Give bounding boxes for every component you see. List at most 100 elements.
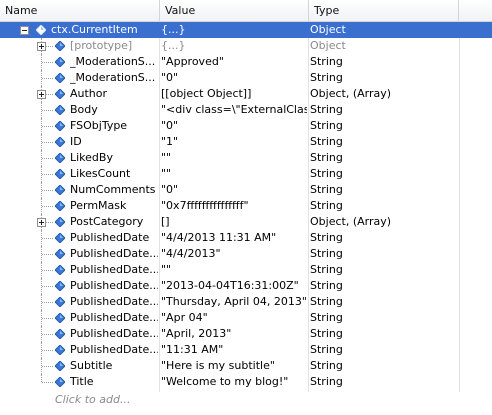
tree-connector [41, 374, 42, 382]
watch-name-cell: PermMask [70, 199, 127, 212]
watch-value-cell[interactable]: "Approved" [161, 54, 307, 70]
watch-value-cell[interactable]: "" [161, 150, 307, 166]
property-diamond-icon [55, 217, 65, 227]
watch-row[interactable]: PublishedDate... "Thursday, April 04, 201… [0, 294, 492, 310]
watch-name-cell: [prototype] [70, 39, 133, 52]
watch-value-cell[interactable]: {...} [161, 38, 307, 54]
watch-name-cell: ID [70, 135, 82, 148]
watch-grid: ctx.CurrentItem {...} Object [prototype] {..… [0, 22, 492, 390]
property-diamond-icon [55, 89, 65, 99]
watch-value-cell[interactable]: "4/4/2013 11:31 AM" [161, 230, 307, 246]
watch-value-cell[interactable]: "2013-04-04T16:31:00Z" [161, 278, 307, 294]
expand-icon[interactable] [37, 90, 46, 99]
add-watch-placeholder[interactable]: Click to add... [55, 392, 130, 408]
expand-icon[interactable] [37, 42, 46, 51]
watch-value-cell[interactable]: "" [161, 262, 307, 278]
watch-value-cell[interactable]: "Here is my subtitle" [161, 358, 307, 374]
watch-value-cell[interactable]: "11:31 AM" [161, 342, 307, 358]
property-diamond-icon [55, 281, 65, 291]
expand-icon[interactable] [37, 218, 46, 227]
column-header-name[interactable]: Name [0, 0, 160, 21]
watch-row[interactable]: PostCategory [] Object, (Array) [0, 214, 492, 230]
property-diamond-icon [55, 297, 65, 307]
watch-value-cell[interactable]: "0" [161, 70, 307, 86]
property-diamond-icon [55, 105, 65, 115]
tree-connector [42, 190, 53, 191]
watch-row[interactable]: FSObjType "0" String [0, 118, 492, 134]
watch-value-cell[interactable]: [[object Object]] [161, 86, 307, 102]
tree-connector [41, 182, 42, 198]
tree-connector [42, 350, 53, 351]
watch-row[interactable]: _ModerationS... "0" String [0, 70, 492, 86]
watch-row[interactable]: LikesCount "" String [0, 166, 492, 182]
watch-row[interactable]: PublishedDate "4/4/2013 11:31 AM" String [0, 230, 492, 246]
watch-row[interactable]: PermMask "0x7fffffffffffffff" String [0, 198, 492, 214]
watch-value-cell[interactable]: "0x7fffffffffffffff" [161, 198, 307, 214]
watch-row[interactable]: Title "Welcome to my blog!" String [0, 374, 492, 390]
watch-row[interactable]: PublishedDate... "Apr 04" String [0, 310, 492, 326]
tree-connector [41, 326, 42, 342]
watch-row[interactable]: LikedBy "" String [0, 150, 492, 166]
column-header-type[interactable]: Type [309, 0, 459, 21]
watch-type-cell: String [310, 231, 343, 244]
watch-name-cell: FSObjType [70, 119, 128, 132]
watch-name-cell: PublishedDate... [70, 295, 158, 308]
watch-value-cell[interactable]: "Thursday, April 04, 2013" [161, 294, 307, 310]
watch-row[interactable]: Subtitle "Here is my subtitle" String [0, 358, 492, 374]
watch-value-cell[interactable]: "Apr 04" [161, 310, 307, 326]
collapse-icon[interactable] [20, 26, 29, 35]
watch-name-cell: Author [70, 87, 108, 100]
watch-type-cell: String [310, 247, 343, 260]
property-diamond-icon [55, 57, 65, 67]
watch-value-cell[interactable]: "0" [161, 118, 307, 134]
watch-row-selected[interactable]: ctx.CurrentItem {...} Object [0, 22, 492, 38]
watch-type-cell: String [310, 199, 343, 212]
watch-row[interactable]: PublishedDate... "11:31 AM" String [0, 342, 492, 358]
property-diamond-icon [55, 41, 65, 51]
watch-value-cell[interactable]: {...} [161, 22, 307, 38]
watch-row[interactable]: Body "<div class=\"ExternalClass...String [0, 102, 492, 118]
watch-row[interactable]: PublishedDate... "April, 2013" String [0, 326, 492, 342]
tree-connector [42, 318, 53, 319]
watch-value-cell[interactable]: "1" [161, 134, 307, 150]
watch-value-cell[interactable]: "April, 2013" [161, 326, 307, 342]
tree-connector [41, 150, 42, 166]
tree-connector [42, 158, 53, 159]
tree-connector [42, 334, 53, 335]
watch-type-cell: Object [310, 23, 346, 36]
watch-row[interactable]: PublishedDate... "" String [0, 262, 492, 278]
watch-type-cell: String [310, 183, 343, 196]
watch-value-cell[interactable]: "<div class=\"ExternalClass... [161, 102, 307, 118]
tree-connector [42, 238, 53, 239]
property-diamond-icon [55, 249, 65, 259]
tree-connector [45, 94, 53, 95]
property-diamond-icon [55, 265, 65, 275]
watch-value-cell[interactable]: "" [161, 166, 307, 182]
tree-connector [41, 230, 42, 246]
tree-connector [41, 70, 42, 86]
watch-row[interactable]: PublishedDate... "2013-04-04T16:31:00Z" St… [0, 278, 492, 294]
tree-connector [41, 54, 42, 70]
watch-type-cell: String [310, 167, 343, 180]
watch-value-cell[interactable]: "4/4/2013" [161, 246, 307, 262]
tree-connector [42, 62, 53, 63]
watch-row[interactable]: [prototype] {...} Object [0, 38, 492, 54]
watch-row[interactable]: Author [[object Object]] Object, (Array) [0, 86, 492, 102]
tree-connector [42, 78, 53, 79]
column-header-value[interactable]: Value [160, 0, 309, 21]
watch-value-cell[interactable]: [] [161, 214, 307, 230]
watch-type-cell: String [310, 343, 343, 356]
watch-type-cell: String [310, 359, 343, 372]
watch-name-cell: PublishedDate [70, 231, 150, 244]
watch-row[interactable]: NumComments "0" String [0, 182, 492, 198]
watch-value-cell[interactable]: "Welcome to my blog!" [161, 374, 307, 390]
watch-type-cell: Object [310, 39, 346, 52]
tree-connector [41, 166, 42, 182]
watch-value-cell[interactable]: "0" [161, 182, 307, 198]
tree-connector [42, 142, 53, 143]
watch-row[interactable]: ID "1" String [0, 134, 492, 150]
watch-type-cell: String [310, 135, 343, 148]
watch-name-cell: PublishedDate... [70, 343, 158, 356]
watch-row[interactable]: _ModerationS... "Approved" String [0, 54, 492, 70]
watch-row[interactable]: PublishedDate... "4/4/2013" String [0, 246, 492, 262]
